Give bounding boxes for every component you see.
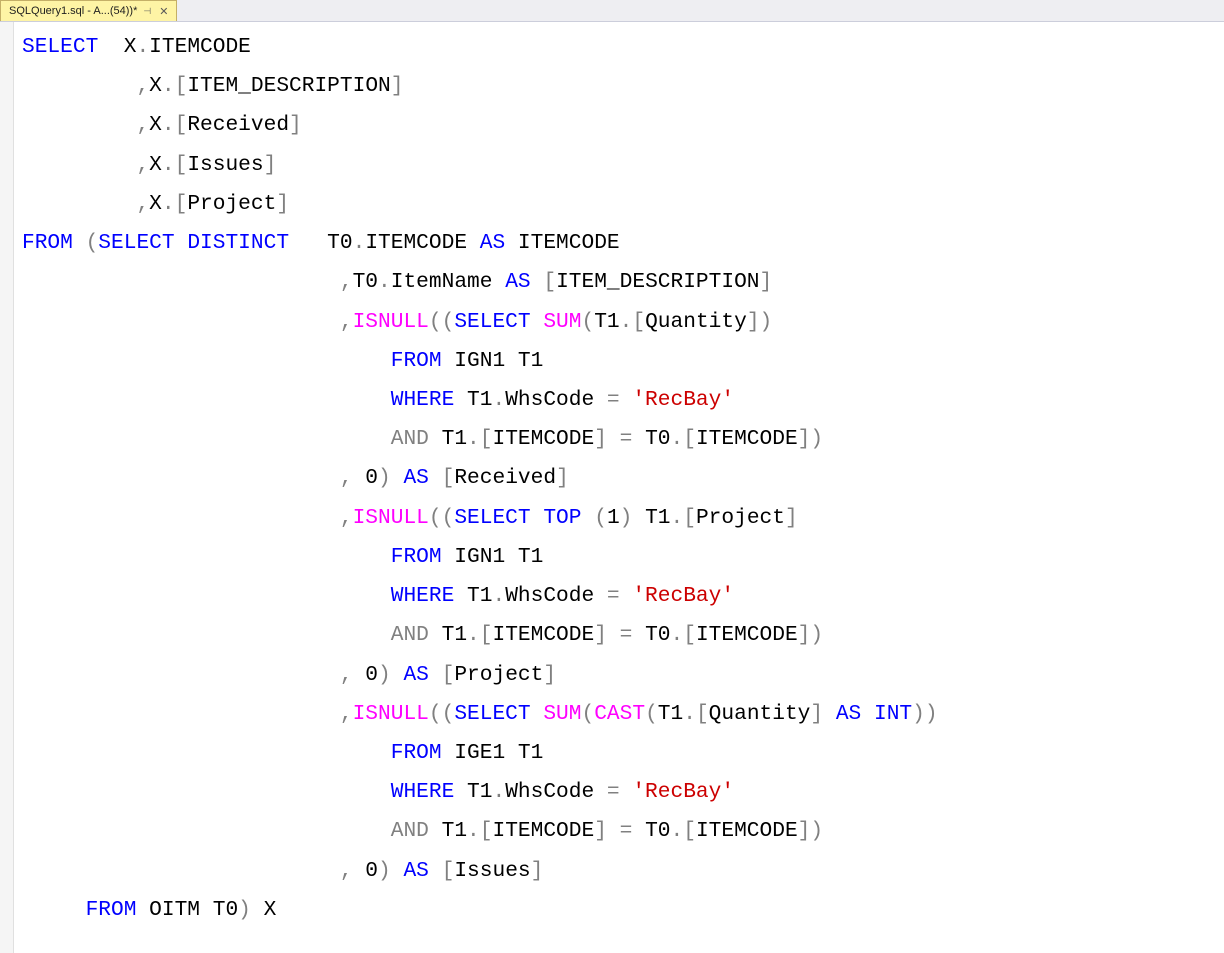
kw-select: SELECT xyxy=(22,35,98,59)
fn-isnull: ISNULL xyxy=(353,310,429,334)
tab-bar: SQLQuery1.sql - A...(54))* ⊣ ✕ xyxy=(0,0,1224,22)
fn-cast: CAST xyxy=(594,702,645,726)
sql-code-editor[interactable]: SELECT X.ITEMCODE ,X.[ITEM_DESCRIPTION] … xyxy=(14,22,938,953)
tab-sqlquery1[interactable]: SQLQuery1.sql - A...(54))* ⊣ ✕ xyxy=(0,0,177,21)
pin-icon[interactable]: ⊣ xyxy=(143,6,151,17)
tab-label: SQLQuery1.sql - A...(54))* xyxy=(9,5,137,17)
kw-from: FROM xyxy=(22,231,73,255)
editor-gutter xyxy=(0,22,14,953)
str-recbay: 'RecBay' xyxy=(632,388,734,412)
close-icon[interactable]: ✕ xyxy=(157,5,170,18)
fn-sum: SUM xyxy=(543,310,581,334)
editor-area: SELECT X.ITEMCODE ,X.[ITEM_DESCRIPTION] … xyxy=(0,22,1224,953)
